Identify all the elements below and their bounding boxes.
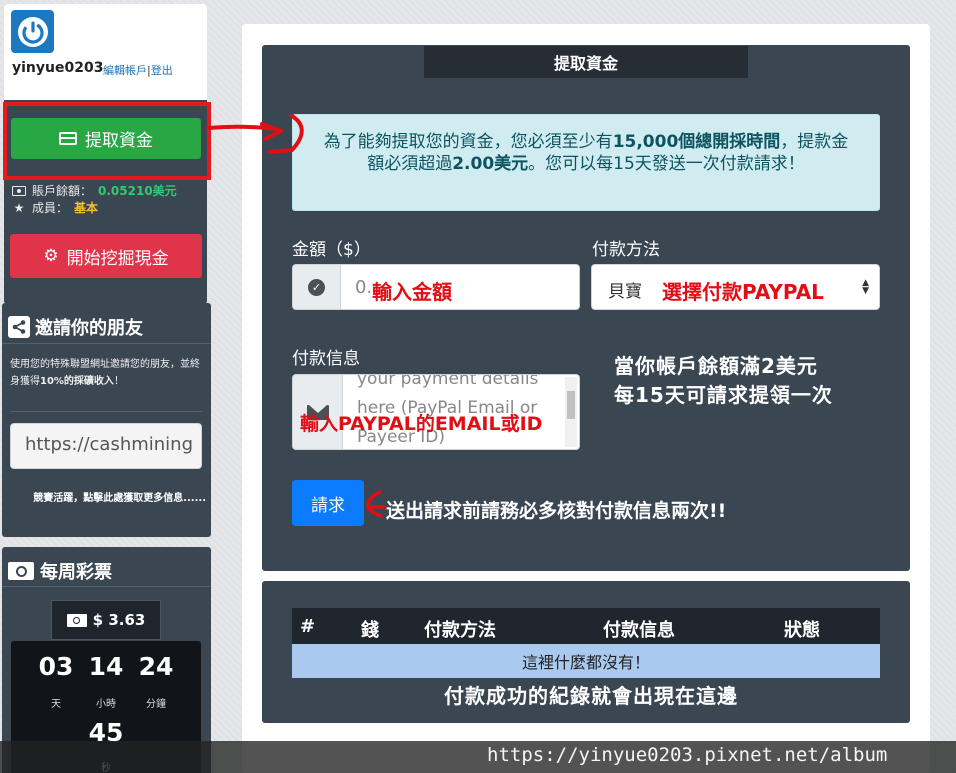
- annotation-arrow-withdraw: [206, 114, 304, 154]
- annotation-arrow-request: [366, 490, 386, 518]
- watermark-text: https://yinyue0203.pixnet.net/album: [487, 744, 888, 766]
- annotation-arrows: [206, 114, 386, 518]
